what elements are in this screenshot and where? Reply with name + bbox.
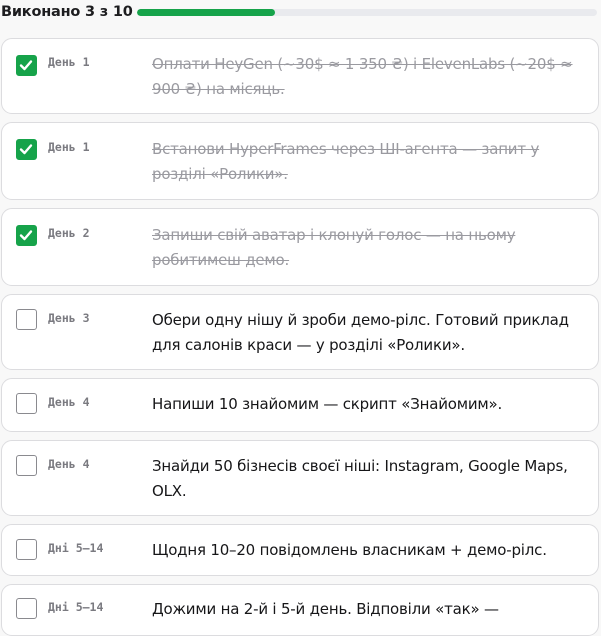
day-label: День 4: [48, 457, 90, 471]
progress-bar: [137, 9, 597, 16]
task-text: Напиши 10 знайомим — скрипт «Знайомим».: [152, 395, 503, 413]
progress-bar-fill: [137, 9, 275, 16]
day-label: День 1: [48, 140, 90, 154]
task-checkbox[interactable]: [16, 539, 37, 560]
task-text: Обери одну нішу й зроби демо-рілс. Готов…: [152, 311, 569, 354]
task-checkbox[interactable]: [16, 55, 37, 76]
task-item[interactable]: Дні 5–14 Дожими на 2-й і 5-й день. Відпо…: [1, 584, 599, 636]
task-text: Дожими на 2-й і 5-й день. Відповіли «так…: [152, 600, 499, 618]
task-item[interactable]: День 2 Запиши свій аватар і клонуй голос…: [1, 208, 599, 286]
task-text: Оплати HeyGen (~30$ ≈ 1 350 ₴) і ElevenL…: [152, 55, 573, 98]
task-checkbox[interactable]: [16, 455, 37, 476]
day-label: День 1: [48, 55, 90, 69]
checkmark-icon: [19, 144, 33, 155]
day-label: Дні 5–14: [48, 541, 104, 555]
task-checkbox[interactable]: [16, 393, 37, 414]
progress-header: Виконано 3 з 10: [0, 0, 601, 30]
task-text: Знайди 50 бізнесів своєї ніші: Instagram…: [152, 457, 568, 500]
day-label: День 4: [48, 395, 90, 409]
task-item[interactable]: День 4 Напиши 10 знайомим — скрипт «Знай…: [1, 378, 599, 432]
task-text: Запиши свій аватар і клонуй голос — на н…: [152, 226, 516, 269]
day-label: День 2: [48, 226, 90, 240]
checkmark-icon: [19, 60, 33, 71]
task-item[interactable]: День 1 Оплати HeyGen (~30$ ≈ 1 350 ₴) і …: [1, 38, 599, 114]
task-item[interactable]: День 3 Обери одну нішу й зроби демо-рілс…: [1, 294, 599, 370]
progress-label: Виконано 3 з 10: [1, 4, 133, 20]
task-checkbox[interactable]: [16, 309, 37, 330]
task-item[interactable]: Дні 5–14 Щодня 10–20 повідомлень власник…: [1, 524, 599, 576]
task-text: Щодня 10–20 повідомлень власникам + демо…: [152, 541, 547, 559]
task-text: Встанови HyperFrames через ШІ-агента — з…: [152, 140, 540, 183]
task-item[interactable]: День 1 Встанови HyperFrames через ШІ-аге…: [1, 122, 599, 200]
day-label: Дні 5–14: [48, 600, 104, 614]
task-checkbox[interactable]: [16, 139, 37, 160]
task-checkbox[interactable]: [16, 598, 37, 619]
day-label: День 3: [48, 311, 90, 325]
checkmark-icon: [19, 230, 33, 241]
task-checkbox[interactable]: [16, 225, 37, 246]
task-item[interactable]: День 4 Знайди 50 бізнесів своєї ніші: In…: [1, 440, 599, 516]
